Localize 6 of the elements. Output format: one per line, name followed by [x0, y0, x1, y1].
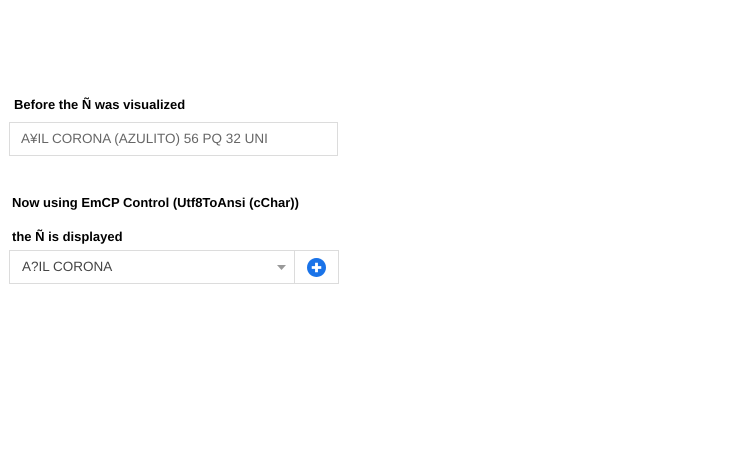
text-field[interactable]: A¥IL CORONA (AZULITO) 56 PQ 32 UNI: [9, 122, 338, 156]
section-heading: Before the Ñ was visualized: [14, 96, 186, 114]
section-heading: Now using EmCP Control (Utf8ToAnsi (cChar)): [12, 194, 300, 212]
caret-icon: [277, 264, 286, 270]
section-heading: the Ñ is displayed: [12, 228, 124, 246]
plus-icon: [307, 258, 326, 276]
